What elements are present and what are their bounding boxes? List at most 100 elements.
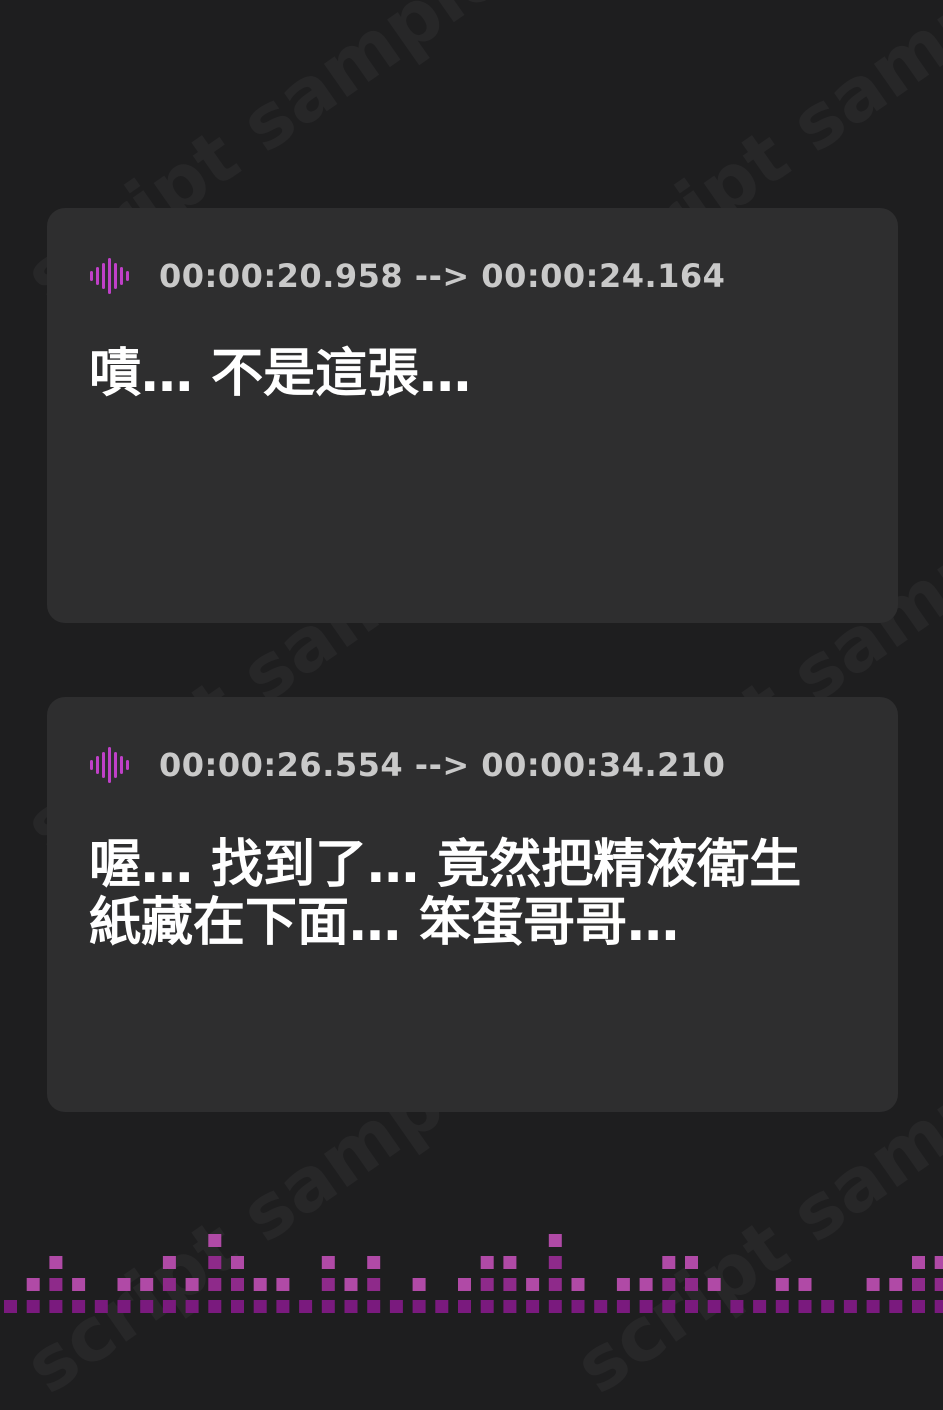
equalizer-block — [140, 1300, 154, 1313]
equalizer-block — [4, 1300, 17, 1313]
equalizer-block — [253, 1278, 267, 1291]
equalizer-block — [185, 1300, 199, 1313]
equalizer-block — [435, 1300, 449, 1313]
equalizer-block — [208, 1300, 222, 1313]
equalizer-block — [594, 1300, 608, 1313]
equalizer-block — [276, 1278, 290, 1291]
equalizer-block — [49, 1278, 63, 1291]
equalizer-block — [480, 1300, 494, 1313]
equalizer-block — [707, 1278, 721, 1291]
equalizer-block — [662, 1300, 676, 1313]
equalizer-block — [140, 1278, 154, 1291]
equalizer-block — [208, 1234, 222, 1247]
equalizer-block — [889, 1300, 903, 1313]
equalizer-block — [253, 1300, 267, 1313]
equalizer-block — [685, 1278, 698, 1291]
equalizer-block — [639, 1300, 653, 1313]
equalizer-block — [503, 1300, 517, 1313]
equalizer-block — [548, 1278, 562, 1291]
equalizer-block — [571, 1278, 585, 1291]
equalizer-block — [208, 1256, 222, 1269]
equalizer-block — [162, 1256, 176, 1269]
equalizer-block — [934, 1300, 943, 1313]
equalizer-block — [571, 1300, 585, 1313]
equalizer-block — [503, 1278, 517, 1291]
equalizer-block — [685, 1300, 698, 1313]
equalizer-block — [412, 1278, 426, 1291]
timestamp: 00:00:20.958 --> 00:00:24.164 — [159, 257, 726, 295]
equalizer-block — [707, 1300, 721, 1313]
equalizer-block — [480, 1256, 494, 1269]
subtitle-line: 紙藏在下面… 笨蛋哥哥… — [89, 893, 680, 953]
equalizer-block — [26, 1300, 40, 1313]
card-header: 00:00:20.958 --> 00:00:24.164 — [89, 256, 725, 296]
equalizer-block — [548, 1234, 562, 1247]
equalizer-block — [616, 1278, 630, 1291]
equalizer-block — [685, 1256, 698, 1269]
equalizer-block — [72, 1300, 86, 1313]
equalizer-block — [458, 1300, 471, 1313]
equalizer-block — [889, 1278, 903, 1291]
equalizer-decoration — [4, 1234, 943, 1313]
equalizer-block — [934, 1278, 943, 1291]
equalizer-block — [753, 1300, 767, 1313]
equalizer-block — [26, 1278, 40, 1291]
equalizer-block — [503, 1256, 517, 1269]
equalizer-block — [321, 1300, 335, 1313]
equalizer-block — [866, 1278, 880, 1291]
equalizer-block — [843, 1300, 857, 1313]
equalizer-block — [798, 1300, 812, 1313]
equalizer-block — [49, 1300, 63, 1313]
equalizer-block — [526, 1278, 540, 1291]
audio-wave-icon — [90, 258, 129, 294]
equalizer-block — [117, 1300, 131, 1313]
equalizer-block — [72, 1278, 86, 1291]
equalizer-block — [866, 1300, 880, 1313]
equalizer-block — [480, 1278, 494, 1291]
equalizer-block — [185, 1278, 199, 1291]
equalizer-block — [912, 1278, 925, 1291]
equalizer-block — [548, 1300, 562, 1313]
subtitle-card: 00:00:26.554 --> 00:00:34.210 喔… 找到了… 竟然… — [47, 697, 898, 1112]
equalizer-block — [367, 1256, 381, 1269]
equalizer-block — [117, 1278, 131, 1291]
equalizer-block — [639, 1278, 653, 1291]
equalizer-block — [367, 1278, 381, 1291]
equalizer-block — [49, 1256, 63, 1269]
equalizer-block — [321, 1256, 335, 1269]
equalizer-block — [798, 1278, 812, 1291]
equalizer-block — [276, 1300, 290, 1313]
equalizer-block — [821, 1300, 835, 1313]
equalizer-block — [231, 1300, 244, 1313]
subtitle-line: 嘖… 不是這張… — [89, 344, 472, 404]
card-header: 00:00:26.554 --> 00:00:34.210 — [89, 745, 725, 785]
equalizer-block — [912, 1300, 925, 1313]
subtitle-line: 喔… 找到了… 竟然把精液衛生 — [89, 835, 802, 895]
equalizer-block — [662, 1256, 676, 1269]
equalizer-block — [458, 1278, 471, 1291]
equalizer-block — [616, 1300, 630, 1313]
equalizer-block — [389, 1300, 403, 1313]
equalizer-block — [162, 1300, 176, 1313]
equalizer-block — [934, 1256, 943, 1269]
equalizer-block — [526, 1300, 540, 1313]
equalizer-block — [208, 1278, 222, 1291]
equalizer-block — [367, 1300, 381, 1313]
audio-wave-icon — [90, 747, 129, 783]
equalizer-block — [662, 1278, 676, 1291]
equalizer-block — [412, 1300, 426, 1313]
equalizer-block — [730, 1300, 744, 1313]
equalizer-block — [344, 1300, 358, 1313]
equalizer-block — [231, 1278, 244, 1291]
equalizer-block — [94, 1300, 108, 1313]
equalizer-block — [548, 1256, 562, 1269]
equalizer-block — [299, 1300, 313, 1313]
equalizer-block — [775, 1278, 789, 1291]
equalizer-block — [775, 1300, 789, 1313]
timestamp: 00:00:26.554 --> 00:00:34.210 — [159, 746, 726, 784]
equalizer-block — [231, 1256, 244, 1269]
equalizer-block — [912, 1256, 925, 1269]
equalizer-block — [162, 1278, 176, 1291]
equalizer-block — [321, 1278, 335, 1291]
equalizer-block — [344, 1278, 358, 1291]
